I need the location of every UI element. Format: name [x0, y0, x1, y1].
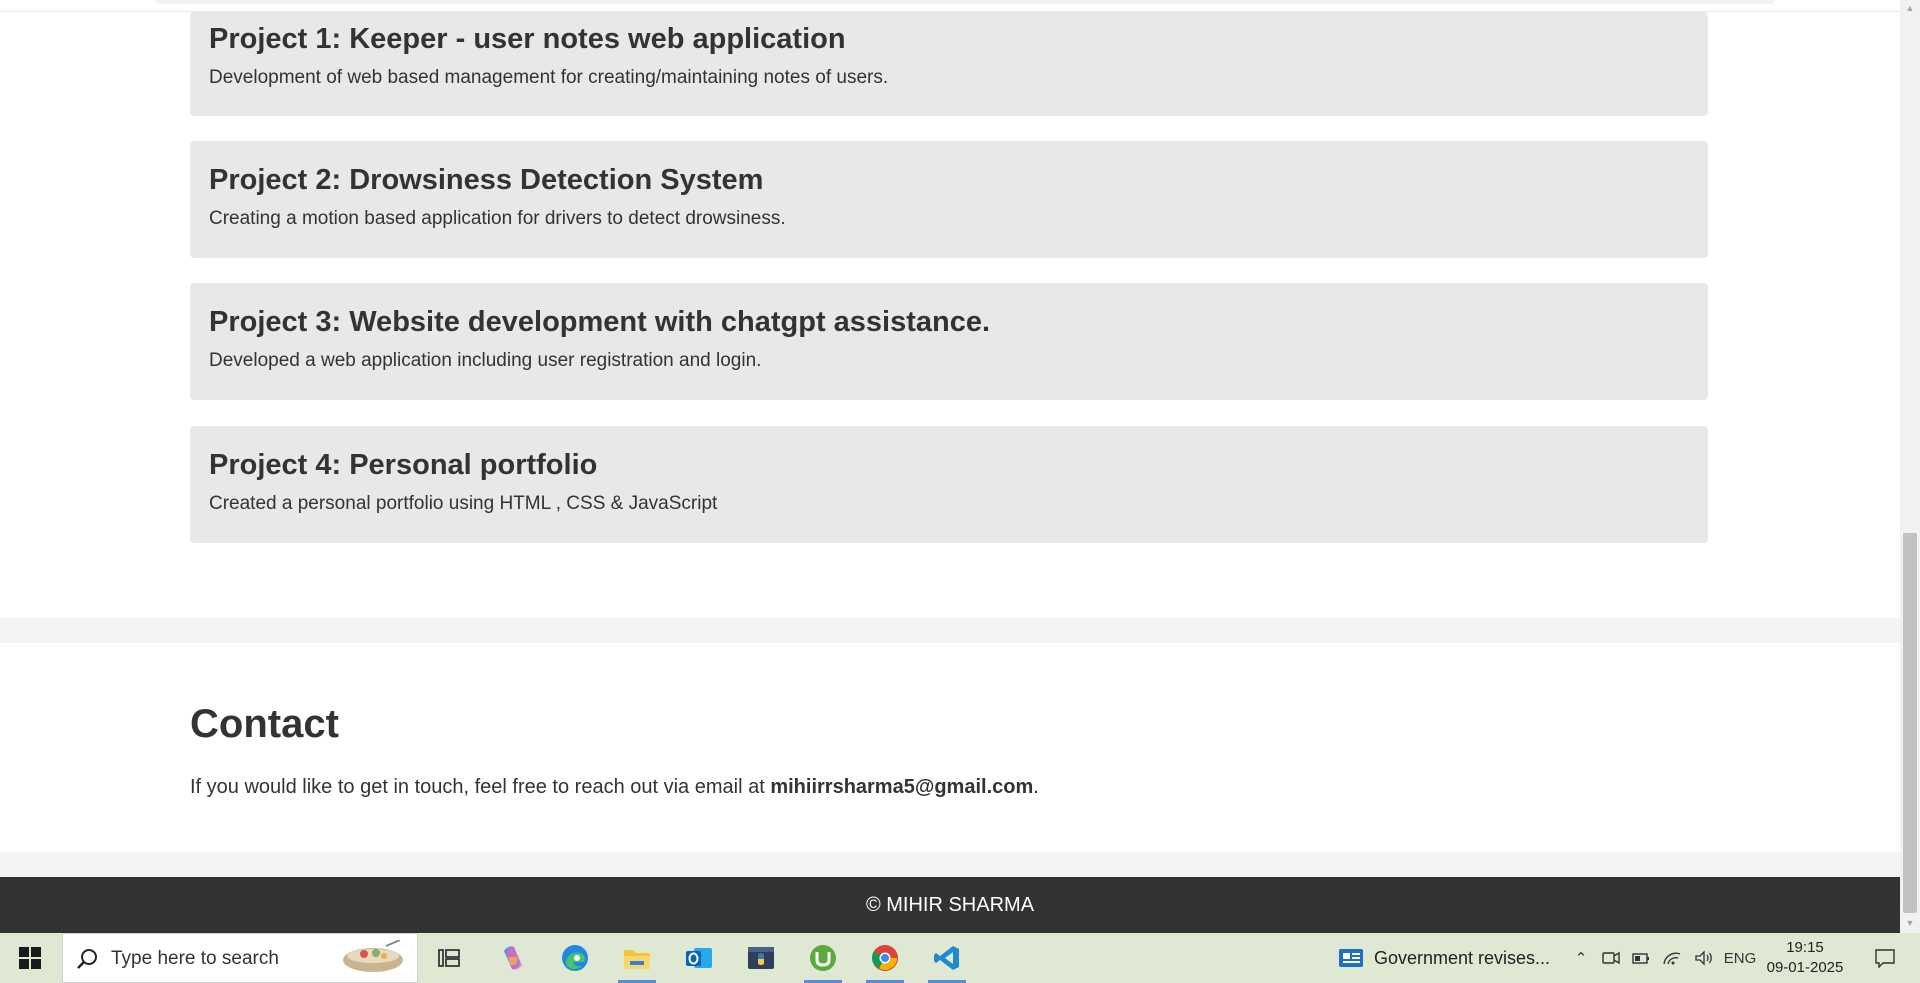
- tray-meet-now[interactable]: [1598, 933, 1624, 983]
- chevron-up-icon: ⌃: [1574, 950, 1588, 967]
- python-icon: [748, 947, 774, 969]
- contact-heading: Contact: [190, 702, 339, 746]
- scroll-down-icon[interactable]: ▼: [1904, 917, 1916, 929]
- taskbar-app-vscode[interactable]: [918, 933, 976, 983]
- browser-viewport: Project 1: Keeper - user notes web appli…: [0, 0, 1900, 933]
- taskbar-clock[interactable]: 19:15 09-01-2025: [1760, 933, 1850, 983]
- scroll-up-icon[interactable]: ▲: [1904, 2, 1916, 14]
- clock-date: 09-01-2025: [1766, 959, 1844, 976]
- section-divider: [0, 852, 1900, 877]
- windows-taskbar: Type here to search Government revises..…: [0, 933, 1920, 983]
- show-hidden-icons-button[interactable]: ⌃: [1568, 933, 1594, 983]
- task-view-icon: [438, 949, 460, 967]
- page-header-edge: [0, 0, 1900, 12]
- meet-now-icon: [1602, 951, 1620, 965]
- windows-logo-icon: [19, 947, 41, 969]
- taskbar-app-chrome[interactable]: [856, 933, 914, 983]
- header-strip: [155, 0, 1775, 4]
- contact-email[interactable]: mihiirrsharma5@gmail.com: [770, 776, 1033, 798]
- utorrent-icon: [810, 945, 836, 971]
- tray-volume[interactable]: [1690, 933, 1718, 983]
- news-icon: [1338, 949, 1363, 967]
- search-icon: [77, 949, 97, 969]
- project-description: Creating a motion based application for …: [209, 208, 786, 229]
- tray-network[interactable]: [1658, 933, 1686, 983]
- taskbar-app-copilot[interactable]: [484, 933, 542, 983]
- news-headline: Government revises...: [1373, 947, 1551, 968]
- scrollbar-thumb[interactable]: [1903, 533, 1917, 913]
- start-button[interactable]: [0, 933, 60, 983]
- search-placeholder: Type here to search: [111, 948, 279, 969]
- footer-copyright: © MIHIR SHARMA: [865, 894, 1035, 916]
- project-title: Project 3: Website development with chat…: [209, 306, 991, 338]
- vertical-scrollbar[interactable]: ▲ ▼: [1900, 0, 1920, 933]
- clock-time: 19:15: [1786, 939, 1824, 956]
- notification-icon: [1875, 949, 1895, 968]
- project-card-1: Project 1: Keeper - user notes web appli…: [190, 12, 1708, 116]
- project-card-2: Project 2: Drowsiness Detection System C…: [190, 141, 1708, 258]
- project-title: Project 1: Keeper - user notes web appli…: [209, 23, 846, 55]
- project-description: Created a personal portfolio using HTML …: [209, 493, 718, 514]
- copilot-icon: [504, 946, 522, 970]
- project-card-3: Project 3: Website development with chat…: [190, 283, 1708, 400]
- chrome-icon: [872, 945, 898, 971]
- project-card-4: Project 4: Personal portfolio Created a …: [190, 426, 1708, 543]
- project-description: Development of web based management for …: [209, 67, 889, 88]
- footer: © MIHIR SHARMA: [0, 877, 1900, 933]
- contact-text: If you would like to get in touch, feel …: [190, 774, 1039, 800]
- vscode-icon: [934, 946, 959, 970]
- contact-text-before: If you would like to get in touch, feel …: [190, 776, 771, 798]
- search-highlight-image-icon: [343, 940, 403, 972]
- language-label: ENG: [1723, 949, 1757, 967]
- taskbar-app-utorrent[interactable]: [794, 933, 852, 983]
- section-divider: [0, 618, 1900, 643]
- tray-language[interactable]: ENG: [1722, 933, 1758, 983]
- project-title: Project 4: Personal portfolio: [209, 449, 598, 481]
- project-title: Project 2: Drowsiness Detection System: [209, 164, 764, 196]
- battery-icon: [1632, 953, 1649, 964]
- taskbar-app-file-explorer[interactable]: [608, 933, 666, 983]
- news-widget[interactable]: Government revises...: [1324, 933, 1564, 983]
- taskbar-app-edge[interactable]: [546, 933, 604, 983]
- edge-icon: [562, 945, 588, 971]
- outlook-icon: [686, 948, 712, 968]
- taskbar-app-outlook[interactable]: [670, 933, 728, 983]
- project-description: Developed a web application including us…: [209, 350, 762, 371]
- taskbar-app-python[interactable]: [732, 933, 790, 983]
- volume-icon: [1695, 950, 1712, 966]
- file-explorer-icon: [624, 950, 650, 969]
- tray-battery[interactable]: [1628, 933, 1654, 983]
- action-center-button[interactable]: [1860, 933, 1910, 983]
- wifi-icon: [1663, 952, 1681, 965]
- taskbar-search-box[interactable]: Type here to search: [62, 933, 418, 983]
- task-view-button[interactable]: [420, 933, 478, 983]
- contact-text-after: .: [1033, 776, 1039, 798]
